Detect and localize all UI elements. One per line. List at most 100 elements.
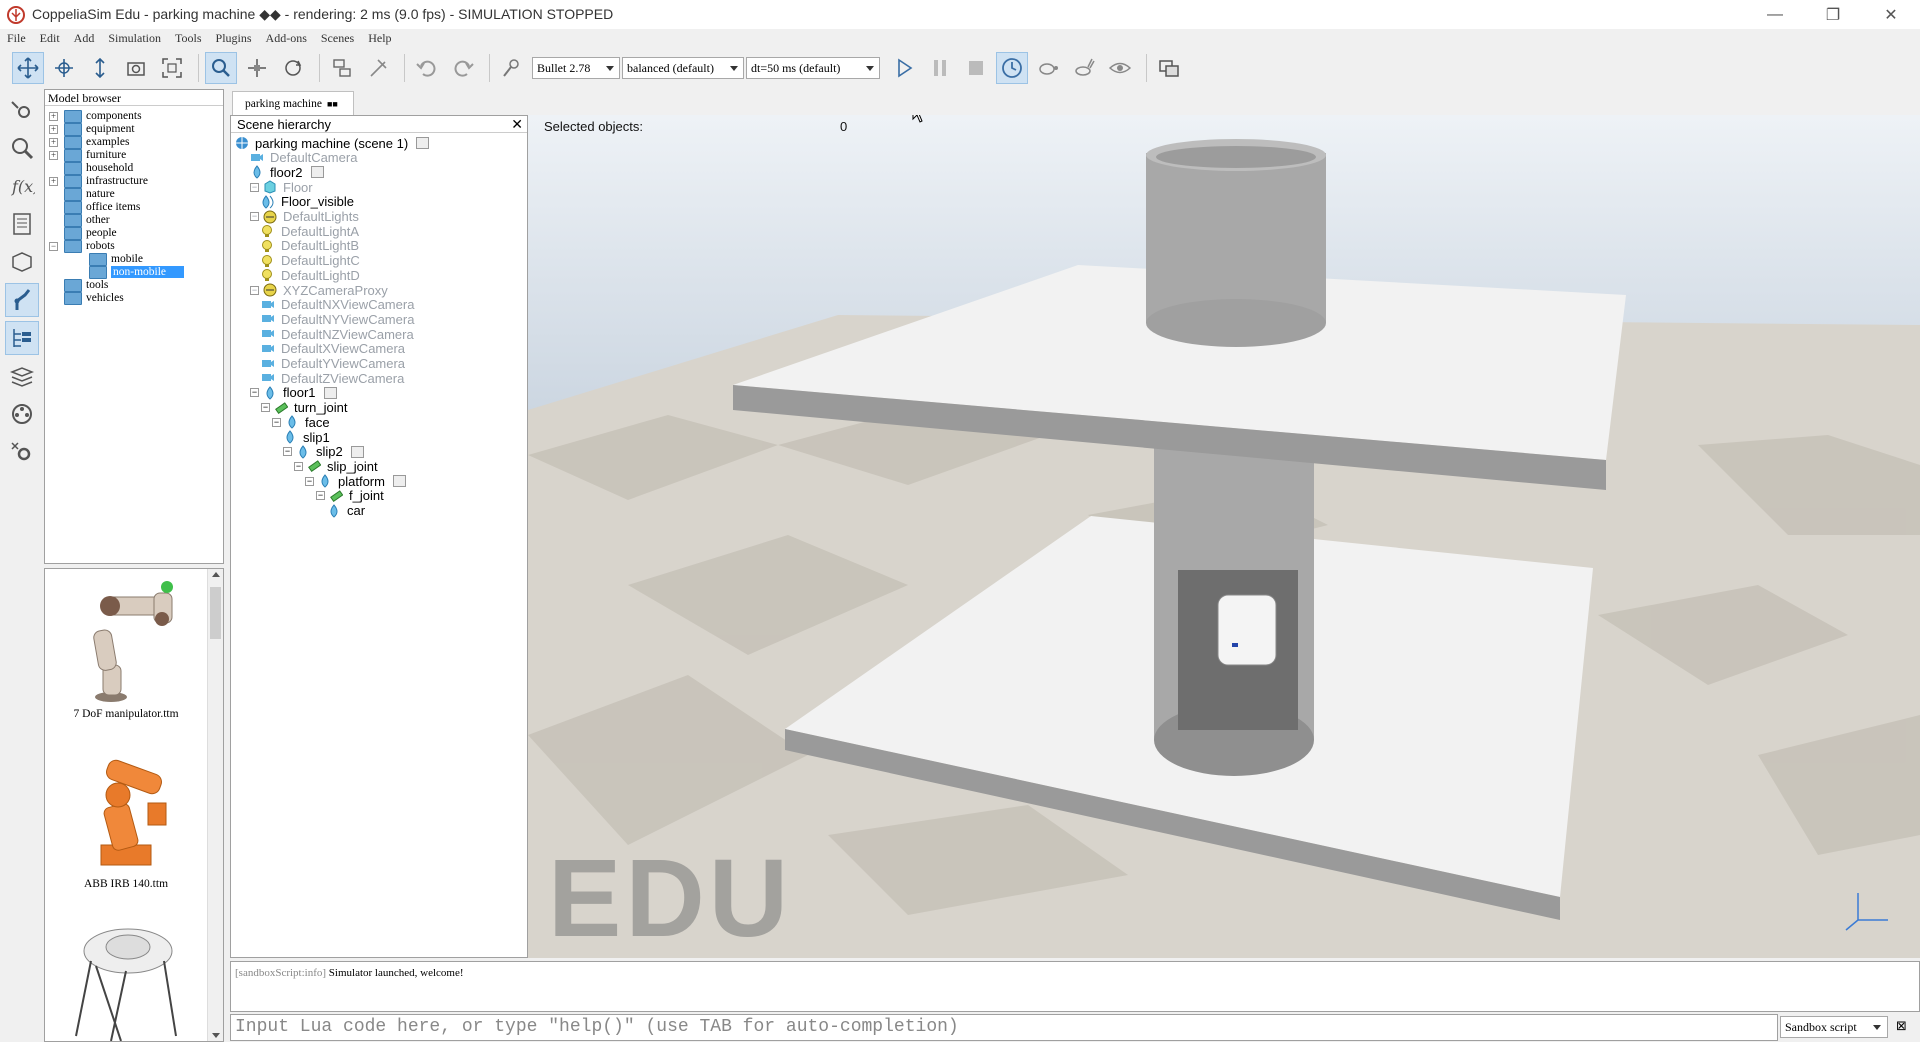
physics-engine-select[interactable]: Bullet 2.78	[532, 57, 620, 79]
collapse-icon[interactable]: −	[49, 241, 58, 251]
calculation-modules-button[interactable]: f(x)	[5, 169, 39, 203]
scene-tab[interactable]: parking machine ■■	[232, 91, 354, 115]
model-browser-toggle-button[interactable]	[5, 283, 39, 317]
collapse-icon[interactable]: −	[250, 212, 259, 221]
menu-simulation[interactable]: Simulation	[101, 31, 168, 46]
menu-tools[interactable]: Tools	[168, 31, 209, 46]
engine-accuracy-select[interactable]: balanced (default)	[622, 57, 744, 79]
scene-object-label: car	[347, 503, 366, 518]
menu-add[interactable]: Add	[67, 31, 102, 46]
scroll-down-icon[interactable]	[212, 1033, 220, 1038]
collections-button[interactable]	[5, 207, 39, 241]
script-mode-value: Sandbox script	[1785, 1020, 1857, 1034]
click-select-button[interactable]	[205, 52, 237, 84]
collapse-icon[interactable]: −	[283, 447, 292, 457]
collapse-icon[interactable]: −	[250, 182, 259, 192]
start-simulation-button[interactable]	[888, 52, 920, 84]
script-icon[interactable]	[350, 445, 364, 458]
menu-bar: File Edit Add Simulation Tools Plugins A…	[0, 29, 1920, 47]
object-rotate-icon	[285, 60, 302, 76]
thumbnail-scrollbar[interactable]	[207, 569, 223, 1041]
expand-icon[interactable]: +	[49, 150, 58, 160]
model-folder-item[interactable]: vehicles	[49, 290, 124, 306]
expand-icon[interactable]: +	[49, 137, 58, 147]
object-move-icon	[248, 59, 266, 77]
lua-command-input[interactable]: Input Lua code here, or type "help()" (u…	[230, 1014, 1778, 1041]
close-console-icon[interactable]: ⊠	[1896, 1018, 1907, 1034]
object-shift-button[interactable]	[241, 52, 273, 84]
menu-scenes[interactable]: Scenes	[314, 31, 361, 46]
physics-engine-button[interactable]	[496, 52, 528, 84]
main-toolbar: Bullet 2.78 balanced (default) dt=50 ms …	[0, 47, 1920, 89]
edu-watermark: EDU	[548, 837, 793, 958]
close-window-button[interactable]: ✕	[1862, 0, 1920, 29]
undo-button[interactable]	[411, 52, 443, 84]
script-mode-select[interactable]: Sandbox script	[1780, 1016, 1888, 1038]
collapse-icon[interactable]: −	[294, 461, 303, 471]
model-thumbnail[interactable]: ABB IRB 140.ttm	[45, 745, 207, 890]
stop-simulation-button[interactable]	[960, 52, 992, 84]
expand-icon[interactable]: +	[49, 111, 58, 121]
slow-down-button[interactable]	[1032, 52, 1064, 84]
collapse-icon[interactable]: −	[261, 403, 270, 413]
industrial-robot-image	[100, 759, 167, 866]
scroll-up-icon[interactable]	[212, 572, 220, 577]
scene-viewport[interactable]: Selected objects: 0 EDU	[528, 115, 1920, 958]
expand-icon[interactable]: +	[49, 124, 58, 134]
collapse-icon[interactable]: −	[250, 388, 259, 398]
close-icon[interactable]: ✕	[511, 116, 523, 133]
robot-arm-icon	[14, 289, 31, 310]
restore-button[interactable]: ❐	[1804, 0, 1862, 29]
timestep-select[interactable]: dt=50 ms (default)	[746, 57, 880, 79]
collapse-icon[interactable]: −	[250, 285, 259, 295]
menu-addons[interactable]: Add-ons	[259, 31, 314, 46]
menu-edit[interactable]: Edit	[33, 31, 67, 46]
model-thumbnail[interactable]: 7 DoF manipulator.ttm	[45, 575, 207, 720]
folder-icon	[64, 291, 82, 305]
user-settings-button[interactable]	[5, 435, 39, 469]
layers-button[interactable]	[5, 359, 39, 393]
collapse-icon[interactable]: −	[305, 476, 314, 486]
camera-angle-button[interactable]	[120, 52, 152, 84]
simulation-settings-button[interactable]	[5, 93, 39, 127]
collapse-icon[interactable]: −	[272, 417, 281, 427]
visualization-toggle-button[interactable]	[1104, 52, 1136, 84]
chevron-down-icon	[606, 66, 614, 71]
dna-icon	[370, 59, 387, 77]
scene-object-row[interactable]: car	[327, 502, 365, 520]
pause-icon	[934, 60, 946, 76]
minimize-button[interactable]: —	[1746, 0, 1804, 29]
script-icon[interactable]	[416, 137, 430, 149]
script-icon[interactable]	[310, 166, 324, 179]
script-icon[interactable]	[392, 475, 406, 488]
object-rotate-button[interactable]	[277, 52, 309, 84]
camera-pan-button[interactable]	[12, 52, 44, 84]
console-tag: [sandboxScript:info]	[235, 967, 327, 979]
assemble-button[interactable]	[326, 52, 358, 84]
menu-file[interactable]: File	[0, 31, 33, 46]
redo-button[interactable]	[447, 52, 479, 84]
toggle-windows-button[interactable]	[1153, 52, 1185, 84]
scrollbar-thumb[interactable]	[210, 587, 221, 639]
timestep-value: dt=50 ms (default)	[751, 60, 841, 75]
pause-simulation-button[interactable]	[924, 52, 956, 84]
shape-edit-button[interactable]	[5, 245, 39, 279]
fit-to-view-button[interactable]	[156, 52, 188, 84]
realtime-mode-button[interactable]	[996, 52, 1028, 84]
scene-hierarchy-toggle-button[interactable]	[5, 321, 39, 355]
camera-rotate-button[interactable]	[48, 52, 80, 84]
video-recorder-button[interactable]	[5, 397, 39, 431]
clock-icon	[1002, 58, 1022, 78]
transfer-dna-button[interactable]	[362, 52, 394, 84]
rabbit-icon	[1075, 58, 1095, 76]
expand-icon[interactable]: +	[49, 176, 58, 186]
object-properties-button[interactable]	[5, 131, 39, 165]
menu-plugins[interactable]: Plugins	[209, 31, 259, 46]
model-thumbnail[interactable]	[45, 921, 207, 1041]
menu-help[interactable]: Help	[361, 31, 398, 46]
collapse-icon[interactable]: −	[316, 491, 325, 501]
camera-shift-button[interactable]	[84, 52, 116, 84]
speed-up-button[interactable]	[1068, 52, 1100, 84]
chevron-down-icon	[730, 66, 738, 71]
script-icon[interactable]	[323, 386, 337, 399]
